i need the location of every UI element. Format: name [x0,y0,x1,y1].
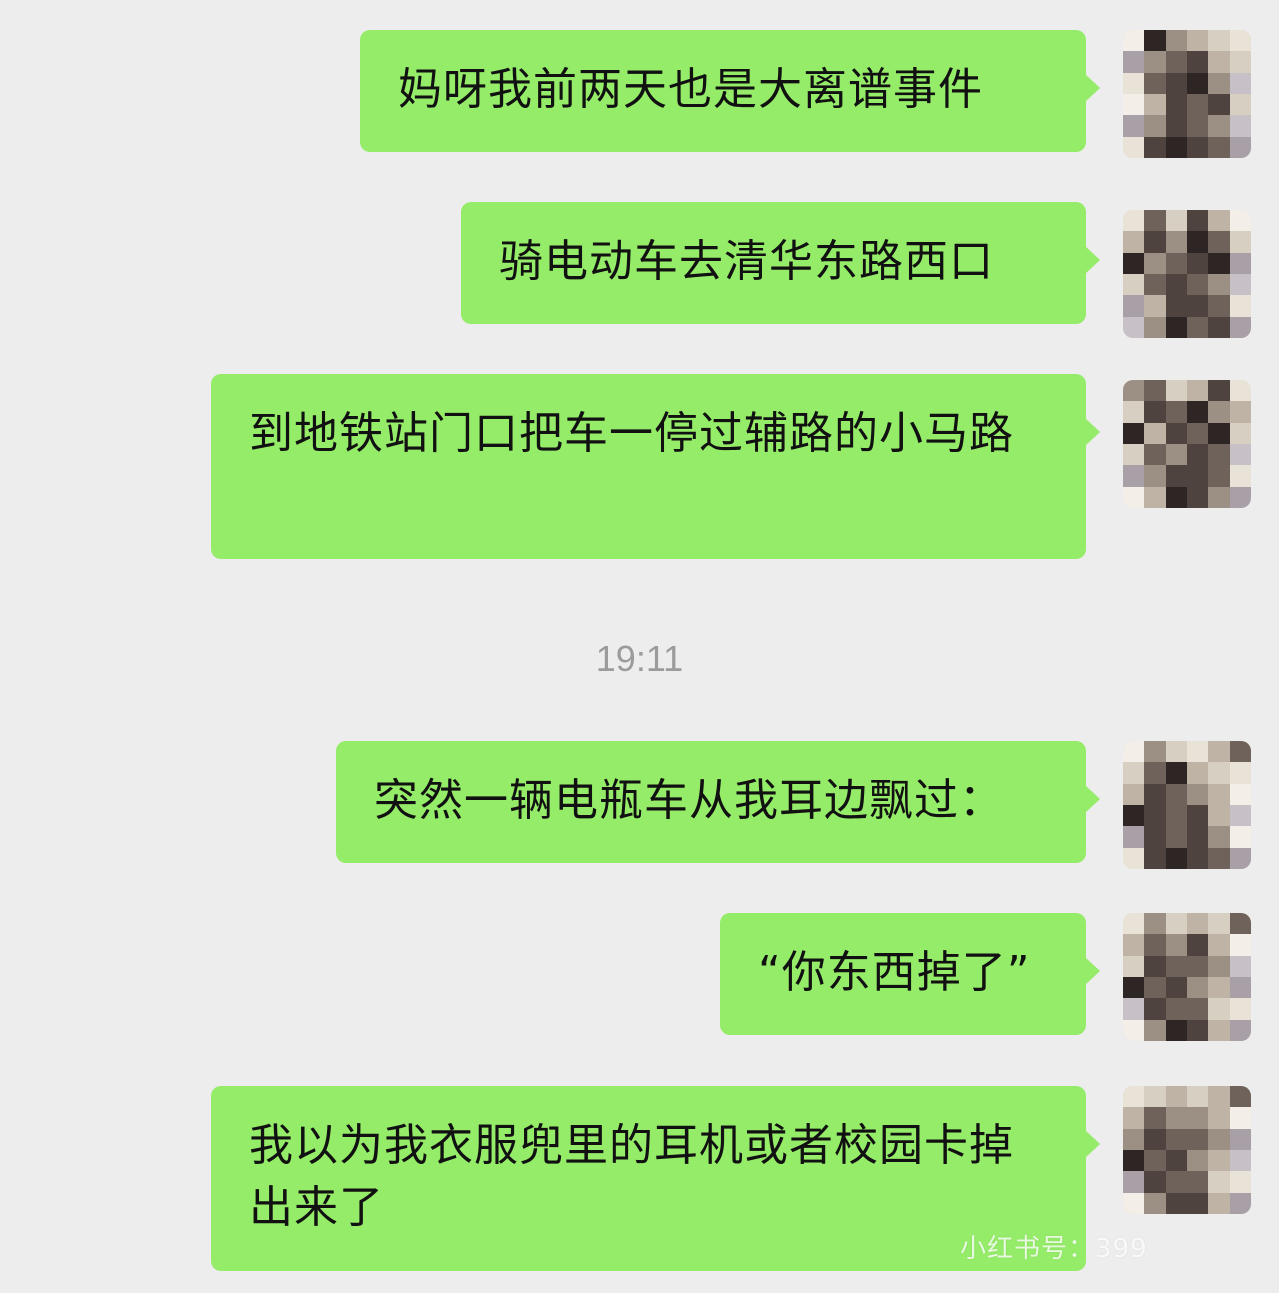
chat-window: 妈呀我前两天也是大离谱事件 骑电动车去清华东路西口 到地铁站门口把车一停过辅路的… [0,0,1279,1293]
message-bubble[interactable]: 突然一辆电瓶车从我耳边飘过： [336,741,1100,863]
message-bubble[interactable]: 我以为我衣服兜里的耳机或者校园卡掉出来了 [211,1086,1100,1271]
message-bubble[interactable]: 骑电动车去清华东路西口 [461,202,1100,324]
pixelated-avatar-icon[interactable] [1123,741,1251,869]
message-bubble[interactable]: 到地铁站门口把车一停过辅路的小马路 [211,374,1100,559]
message-bubble[interactable]: “你东西掉了” [720,913,1100,1035]
pixelated-avatar-icon[interactable] [1123,913,1251,1041]
pixelated-avatar-icon[interactable] [1123,210,1251,338]
pixelated-avatar-icon[interactable] [1123,1086,1251,1214]
watermark: 小红书号：399 [960,1234,1148,1264]
message-timestamp: 19:11 [595,638,684,679]
message-bubble[interactable]: 妈呀我前两天也是大离谱事件 [360,30,1100,152]
pixelated-avatar-icon[interactable] [1123,380,1251,508]
pixelated-avatar-icon[interactable] [1123,30,1251,158]
